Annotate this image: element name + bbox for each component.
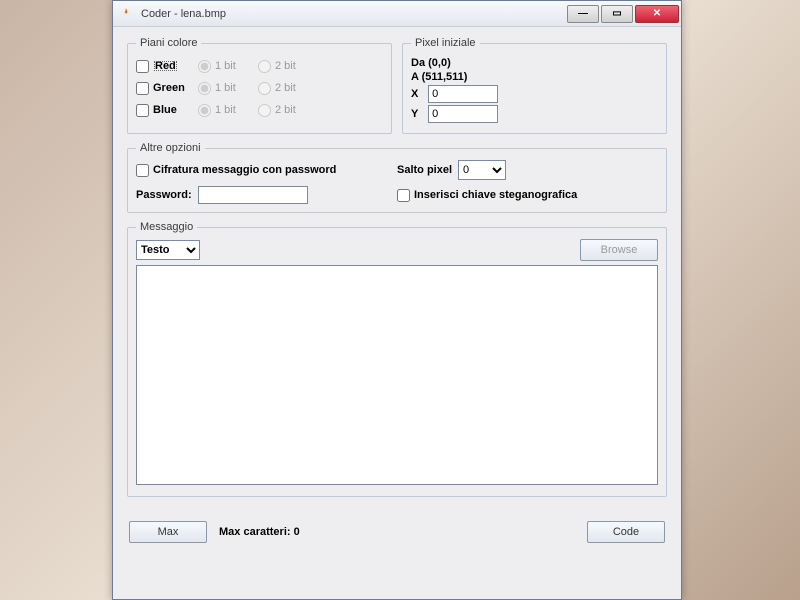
messaggio-group: Messaggio Testo Browse [127,221,667,497]
salto-select[interactable]: 0 [458,160,506,180]
password-label: Password: [136,189,192,201]
pixel-a: A (511,511) [411,71,658,83]
blue-checkbox[interactable] [136,104,149,117]
red-2bit-radio [258,60,271,73]
x-input[interactable] [428,85,498,103]
inserisci-checkbox[interactable] [397,189,410,202]
blue-1bit-label: 1 bit [215,104,236,116]
piani-legend: Piani colore [136,37,201,49]
green-label: Green [153,82,185,94]
max-button[interactable]: Max [129,521,207,543]
red-1bit-radio [198,60,211,73]
bottom-bar: Max Max caratteri: 0 Code [113,515,681,553]
blue-2bit-radio [258,104,271,117]
salto-label: Salto pixel [397,164,452,176]
window-controls: — ▭ ✕ [567,5,681,23]
messaggio-type-select[interactable]: Testo [136,240,200,260]
cifratura-checkbox[interactable] [136,164,149,177]
pixel-da: Da (0,0) [411,57,658,69]
altre-opzioni-group: Altre opzioni Cifratura messaggio con pa… [127,142,667,213]
app-window: Coder - lena.bmp — ▭ ✕ Piani colore Red … [112,0,682,600]
close-button[interactable]: ✕ [635,5,679,23]
password-input[interactable] [198,186,308,204]
pixel-legend: Pixel iniziale [411,37,480,49]
minimize-button[interactable]: — [567,5,599,23]
altre-legend: Altre opzioni [136,142,205,154]
blue-label: Blue [153,104,177,116]
green-2bit-label: 2 bit [275,82,296,94]
java-icon [119,6,135,22]
content-area: Piani colore Red 1 bit 2 bit Green 1 bit [113,27,681,515]
inserisci-label: Inserisci chiave steganografica [414,189,577,201]
green-2bit-radio [258,82,271,95]
cifratura-label: Cifratura messaggio con password [153,164,336,176]
messaggio-legend: Messaggio [136,221,197,233]
green-1bit-label: 1 bit [215,82,236,94]
blue-1bit-radio [198,104,211,117]
y-label: Y [411,108,425,120]
green-checkbox[interactable] [136,82,149,95]
messaggio-textarea[interactable] [136,265,658,485]
red-checkbox[interactable] [136,60,149,73]
max-caratteri-label: Max caratteri: 0 [219,526,300,538]
red-1bit-label: 1 bit [215,60,236,72]
code-button[interactable]: Code [587,521,665,543]
green-1bit-radio [198,82,211,95]
red-2bit-label: 2 bit [275,60,296,72]
x-label: X [411,88,425,100]
blue-2bit-label: 2 bit [275,104,296,116]
piani-colore-group: Piani colore Red 1 bit 2 bit Green 1 bit [127,37,392,134]
window-title: Coder - lena.bmp [141,8,567,20]
browse-button[interactable]: Browse [580,239,658,261]
pixel-iniziale-group: Pixel iniziale Da (0,0) A (511,511) X Y [402,37,667,134]
maximize-button[interactable]: ▭ [601,5,633,23]
y-input[interactable] [428,105,498,123]
titlebar: Coder - lena.bmp — ▭ ✕ [113,1,681,27]
red-label: Red [153,60,178,72]
